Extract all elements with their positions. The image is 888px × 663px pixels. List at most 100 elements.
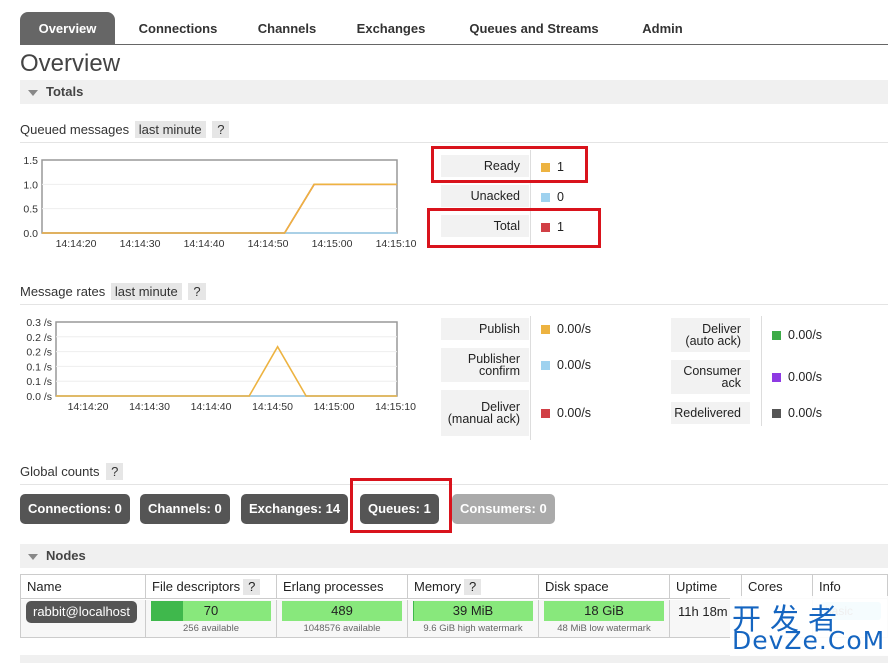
nodes-section-toggle[interactable]: Nodes (20, 544, 888, 568)
rates-legend-divider-left (530, 316, 531, 440)
connections-count-button[interactable]: Connections: 0 (20, 494, 130, 524)
highlight-total (427, 208, 601, 248)
x-tick-label: 14:15:00 (314, 401, 355, 413)
collapse-triangle-icon (28, 89, 38, 96)
memory-help-icon[interactable]: ? (463, 579, 482, 595)
x-tick-label: 14:14:20 (68, 401, 109, 413)
legend-redelivered-label: Redelivered (671, 402, 750, 424)
y-tick-label: 1.5 (23, 155, 38, 167)
y-tick-label: 0.5 (23, 204, 38, 216)
legend-redelivered-value: 0.00/s (772, 406, 822, 420)
page-title: Overview (20, 50, 121, 77)
queued-help-icon[interactable]: ? (212, 121, 230, 138)
legend-publish-label: Publish (441, 318, 529, 340)
consumer-ack-swatch (772, 373, 781, 382)
watermark-line2: DevZe.CoM (732, 626, 886, 655)
next-section-bar (20, 655, 888, 663)
legend-deliver-manual-value: 0.00/s (541, 406, 591, 420)
tab-connections[interactable]: Connections (125, 12, 231, 45)
x-tick-label: 14:15:00 (312, 238, 353, 250)
fd-cell: 70 256 available (146, 600, 277, 637)
legend-deliver-manual-label: Deliver (manual ack) (441, 390, 529, 436)
plot-frame (55, 321, 398, 397)
x-tick-label: 14:14:30 (129, 401, 170, 413)
global-counts-help-icon[interactable]: ? (106, 463, 124, 480)
deliver-manual-swatch (541, 409, 550, 418)
tab-queues-and-streams[interactable]: Queues and Streams (456, 12, 612, 45)
col-erlang-processes: Erlang processes (277, 575, 408, 599)
global-counts-label: Global counts (20, 464, 100, 479)
legend-publish-value: 0.00/s (541, 322, 591, 336)
rates-help-icon[interactable]: ? (188, 283, 206, 300)
queued-messages-label: Queued messages (20, 122, 130, 137)
memory-usage-bar: 39 MiB (413, 601, 533, 621)
col-memory: Memory? (408, 575, 539, 599)
col-name: Name (21, 575, 146, 599)
tab-channels[interactable]: Channels (242, 12, 332, 45)
y-tick-label: 0.3 /s (26, 317, 52, 329)
legend-publisher-confirm-value: 0.00/s (541, 358, 591, 372)
collapse-triangle-icon (28, 553, 38, 560)
table-row: rabbit@localhost (21, 600, 146, 637)
x-tick-label: 14:14:40 (184, 238, 225, 250)
legend-deliver-auto-label: Deliver (auto ack) (671, 318, 750, 352)
channels-count-button[interactable]: Channels: 0 (140, 494, 230, 524)
y-tick-label: 0.0 (23, 228, 38, 240)
fd-help-icon[interactable]: ? (243, 579, 261, 595)
y-tick-label: 0.2 /s (26, 347, 52, 359)
consumers-count-button[interactable]: Consumers: 0 (452, 494, 555, 524)
x-tick-label: 14:14:40 (191, 401, 232, 413)
rates-legend-divider-right (761, 316, 762, 426)
uptime-value: 11h 18m (678, 604, 728, 619)
tab-overview[interactable]: Overview (20, 12, 115, 45)
queued-messages-header: Queued messages last minute ? (20, 121, 888, 143)
fd-available: 256 available (183, 623, 239, 634)
plot-frame (41, 159, 398, 234)
legend-consumer-ack-label: Consumer ack (671, 360, 750, 394)
y-tick-label: 0.1 /s (26, 376, 52, 388)
totals-section-toggle[interactable]: Totals (20, 80, 888, 104)
fd-usage-fill (151, 601, 184, 621)
disk-watermark: 48 MiB low watermark (557, 623, 651, 634)
legend-deliver-auto-value: 0.00/s (772, 328, 822, 342)
exchanges-count-button[interactable]: Exchanges: 14 (241, 494, 349, 524)
legend-consumer-ack-value: 0.00/s (772, 370, 822, 384)
y-tick-label: 1.0 (23, 179, 38, 191)
message-rates-chart: 0.3 /s 0.2 /s 0.2 /s 0.1 /s 0.1 /s 0.0 /s 14:1… (26, 317, 416, 413)
x-tick-label: 14:14:50 (252, 401, 293, 413)
queued-range-selector[interactable]: last minute (134, 121, 206, 138)
highlight-ready (431, 146, 588, 183)
queued-messages-chart: 1.5 1.0 0.5 0.0 14:14:20 14:14:30 14:14:40 14:1… (23, 155, 417, 250)
x-tick-label: 14:14:50 (248, 238, 289, 250)
legend-unacked-label: Unacked (441, 185, 529, 207)
x-tick-label: 14:15:10 (376, 238, 417, 250)
erlang-usage-bar: 489 (282, 601, 402, 621)
erlang-available: 1048576 available (303, 623, 381, 634)
message-rates-label: Message rates (20, 284, 106, 299)
disk-cell: 18 GiB 48 MiB low watermark (539, 600, 670, 637)
totals-title: Totals (46, 84, 84, 99)
erlang-cell: 489 1048576 available (277, 600, 408, 637)
nodes-title: Nodes (46, 548, 86, 563)
node-name-button[interactable]: rabbit@localhost (26, 601, 138, 623)
publish-swatch (541, 325, 550, 334)
redelivered-swatch (772, 409, 781, 418)
memory-cell: 39 MiB 9.6 GiB high watermark (408, 600, 539, 637)
x-tick-label: 14:15:10 (375, 401, 416, 413)
y-tick-label: 0.2 /s (26, 332, 52, 344)
col-disk-space: Disk space (539, 575, 670, 599)
tab-exchanges[interactable]: Exchanges (342, 12, 440, 45)
x-tick-label: 14:14:30 (120, 238, 161, 250)
y-tick-label: 0.0 /s (26, 391, 52, 403)
site-watermark: 开发者 DevZe.CoM (730, 596, 888, 656)
y-tick-label: 0.1 /s (26, 361, 52, 373)
fd-usage-bar: 70 (151, 601, 271, 621)
tab-admin[interactable]: Admin (630, 12, 695, 45)
deliver-auto-swatch (772, 331, 781, 340)
disk-usage-bar: 18 GiB (544, 601, 664, 621)
top-nav-tabs: Overview Connections Channels Exchanges … (20, 12, 888, 45)
x-tick-label: 14:14:20 (56, 238, 97, 250)
rates-range-selector[interactable]: last minute (110, 283, 182, 300)
col-file-descriptors: File descriptors? (146, 575, 277, 599)
global-counts-header: Global counts ? (20, 463, 888, 485)
